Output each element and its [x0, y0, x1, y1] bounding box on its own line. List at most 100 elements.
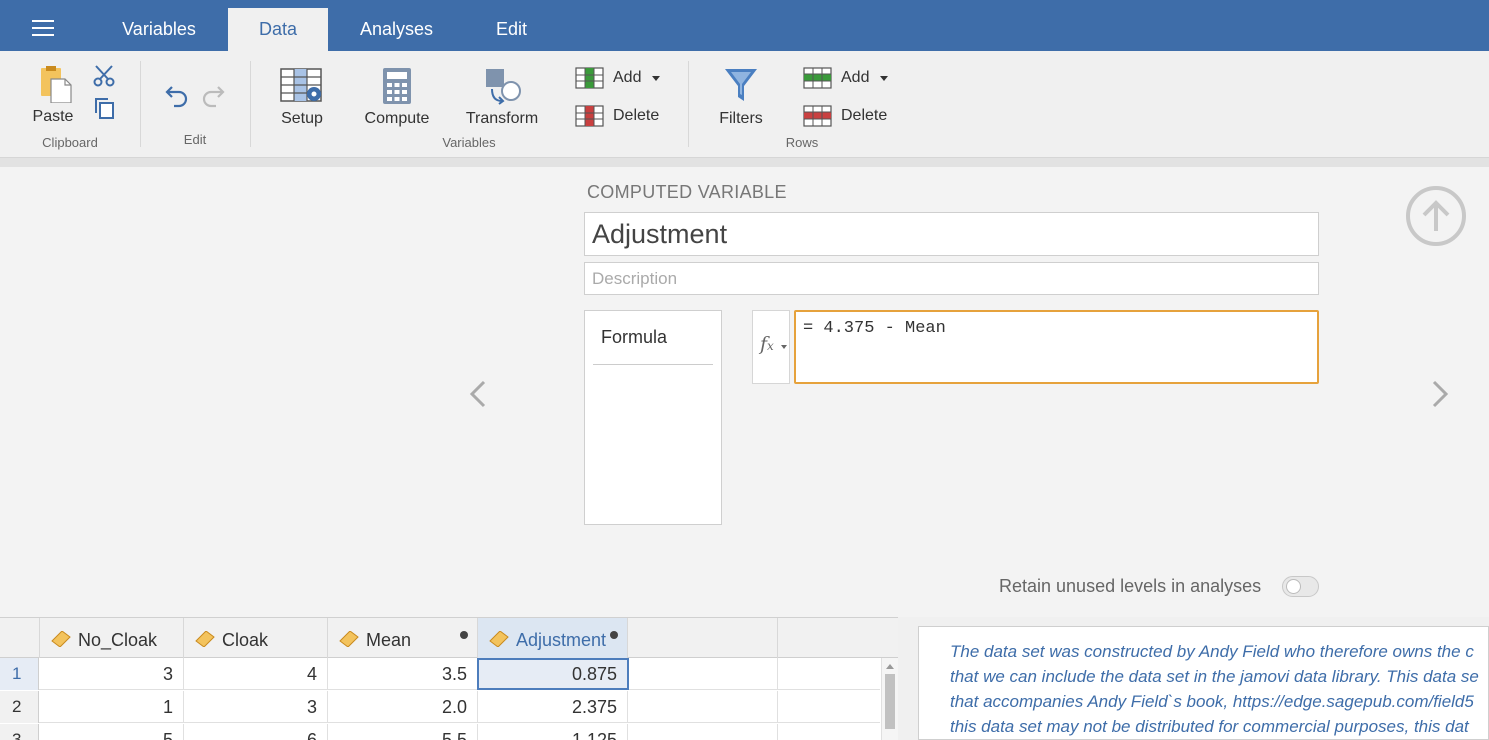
- redo-icon[interactable]: [200, 83, 226, 109]
- add-row-label: Add: [841, 69, 870, 86]
- column-name: Adjustment: [516, 630, 607, 650]
- filters-button[interactable]: Filters: [712, 67, 770, 128]
- table-cell[interactable]: 5.5: [328, 724, 478, 740]
- column-name: No_Cloak: [78, 630, 158, 650]
- setup-icon: [280, 68, 322, 102]
- table-cell-selected[interactable]: 0.875: [477, 658, 629, 690]
- table-row: 2 1 3 2.0 2.375: [0, 691, 880, 723]
- transform-button[interactable]: Transform: [460, 67, 544, 128]
- paste-label: Paste: [32, 108, 74, 125]
- table-cell[interactable]: -1.125: [478, 724, 628, 740]
- transform-label: Transform: [465, 110, 539, 127]
- vertical-scrollbar[interactable]: [881, 658, 898, 740]
- paste-icon: [41, 66, 72, 104]
- tab-edit[interactable]: Edit: [465, 8, 558, 51]
- row-number[interactable]: 1: [0, 658, 39, 690]
- undo-icon[interactable]: [164, 83, 190, 109]
- info-text-line: The data set was constructed by Andy Fie…: [950, 642, 1474, 661]
- column-name: Mean: [366, 630, 412, 650]
- add-row-button[interactable]: Add: [803, 67, 889, 89]
- formula-label[interactable]: Formula: [601, 327, 667, 348]
- retain-levels-label: Retain unused levels in analyses: [999, 576, 1262, 596]
- arrow-up-icon: [1422, 200, 1450, 231]
- formula-input[interactable]: = 4.375 - Mean: [794, 310, 1319, 384]
- column-header[interactable]: Mean: [328, 618, 478, 658]
- setup-label: Setup: [281, 110, 323, 127]
- column-header-row: No_Cloak Cloak Mean Adjustment: [0, 618, 898, 658]
- table-cell[interactable]: 1: [40, 691, 184, 723]
- continuous-ruler-icon: [195, 631, 215, 647]
- chevron-down-icon: [781, 345, 787, 349]
- scroll-up-icon[interactable]: [886, 664, 894, 669]
- divider: [140, 61, 141, 147]
- fx-icon: fx: [760, 333, 774, 355]
- calculator-icon: [383, 68, 411, 104]
- rows-group-label: Rows: [785, 135, 819, 150]
- delete-variable-label: Delete: [613, 107, 660, 124]
- row-number[interactable]: 3: [0, 724, 39, 740]
- description-input[interactable]: Description: [584, 262, 1319, 295]
- toggle-knob: [1286, 579, 1301, 594]
- menu-icon[interactable]: [32, 20, 54, 36]
- top-tab-bar: Variables Data Analyses Edit: [0, 0, 1489, 51]
- variables-group-label: Variables: [442, 135, 496, 150]
- variable-name-input[interactable]: Adjustment: [584, 212, 1319, 256]
- delete-variable-button[interactable]: Delete: [575, 105, 659, 127]
- cut-icon[interactable]: [92, 64, 116, 88]
- compute-button[interactable]: Compute: [360, 67, 434, 128]
- table-cell[interactable]: 3: [40, 658, 184, 690]
- table-cell[interactable]: [629, 658, 778, 690]
- table-cell[interactable]: [628, 691, 778, 723]
- transform-icon: [486, 69, 521, 105]
- table-cell[interactable]: [628, 724, 778, 740]
- dataset-info-panel: The data set was constructed by Andy Fie…: [918, 626, 1489, 740]
- setup-button[interactable]: Setup: [277, 67, 327, 128]
- delete-row-icon: [803, 105, 832, 127]
- divider: [688, 61, 689, 147]
- add-variable-button[interactable]: Add: [575, 67, 661, 89]
- paste-button[interactable]: Paste: [26, 65, 80, 126]
- column-header[interactable]: No_Cloak: [40, 618, 184, 658]
- table-cell[interactable]: 2.0: [328, 691, 478, 723]
- delete-row-button[interactable]: Delete: [803, 105, 887, 127]
- corner-cell[interactable]: [0, 618, 40, 658]
- copy-icon[interactable]: [92, 96, 116, 120]
- info-text-line: this data set may not be distributed for…: [950, 717, 1469, 736]
- tab-analyses[interactable]: Analyses: [330, 8, 463, 51]
- table-cell[interactable]: 4: [184, 658, 328, 690]
- previous-arrow-icon[interactable]: [468, 380, 488, 408]
- column-header-selected[interactable]: Adjustment: [478, 618, 628, 658]
- ribbon-border: [0, 157, 1489, 167]
- compute-label: Compute: [364, 110, 430, 127]
- row-number[interactable]: 2: [0, 691, 39, 723]
- add-variable-label: Add: [613, 69, 642, 86]
- panel-title: COMPUTED VARIABLE: [587, 182, 787, 202]
- collapse-up-button[interactable]: [1406, 186, 1466, 246]
- tab-data[interactable]: Data: [228, 8, 328, 51]
- table-cell[interactable]: 6: [184, 724, 328, 740]
- add-column-icon: [575, 67, 604, 89]
- clipboard-group-label: Clipboard: [42, 135, 98, 150]
- table-cell[interactable]: 2.375: [478, 691, 628, 723]
- scrollbar-thumb[interactable]: [885, 674, 895, 729]
- chevron-down-icon: [880, 75, 889, 81]
- column-header[interactable]: Cloak: [184, 618, 328, 658]
- table-cell[interactable]: 3.5: [328, 658, 478, 690]
- next-arrow-icon[interactable]: [1430, 380, 1450, 408]
- table-row: 3 5 6 5.5 -1.125: [0, 724, 880, 740]
- computed-variable-panel: COMPUTED VARIABLE Adjustment Description…: [0, 167, 1489, 617]
- continuous-ruler-icon: [51, 631, 71, 647]
- formula-list: Formula: [584, 310, 722, 525]
- function-picker-button[interactable]: fx: [752, 310, 790, 384]
- filters-label: Filters: [719, 110, 763, 127]
- delete-column-icon: [575, 105, 604, 127]
- table-cell[interactable]: 3: [184, 691, 328, 723]
- retain-levels-toggle[interactable]: [1282, 576, 1319, 597]
- computed-indicator-icon: [610, 631, 618, 639]
- table-cell[interactable]: 5: [40, 724, 184, 740]
- continuous-ruler-icon: [339, 631, 359, 647]
- empty-column-header[interactable]: [628, 618, 778, 658]
- edit-group-label: Edit: [183, 132, 207, 147]
- computed-indicator-icon: [460, 631, 468, 639]
- tab-variables[interactable]: Variables: [92, 8, 226, 51]
